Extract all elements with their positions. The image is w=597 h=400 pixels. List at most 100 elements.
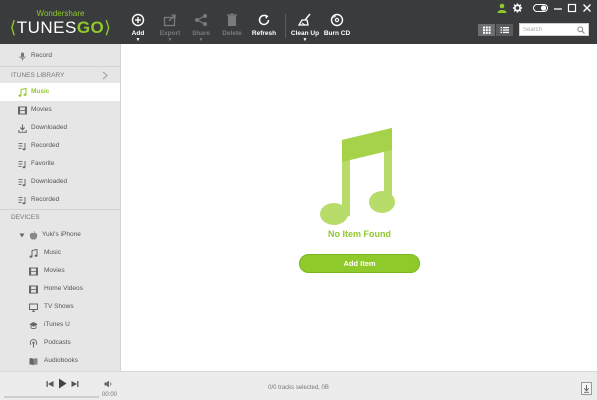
gear-icon[interactable] bbox=[512, 3, 523, 13]
sidebar-item-record[interactable]: Record bbox=[0, 47, 120, 65]
export-to-device-button[interactable] bbox=[581, 382, 592, 395]
itunes-library-section[interactable]: ITUNES LIBRARY bbox=[0, 66, 120, 84]
cleanup-label: Clean Up bbox=[290, 30, 320, 37]
sidebar-item-label: Downloaded bbox=[31, 178, 68, 185]
sidebar-item-label: Record bbox=[31, 52, 52, 59]
list-view-button[interactable] bbox=[496, 24, 513, 36]
devices-header: DEVICES bbox=[11, 214, 40, 221]
toggle-switch-icon[interactable] bbox=[533, 3, 548, 13]
sidebar-item-label: Recorded bbox=[31, 142, 60, 149]
sidebar-item-recorded-playlist[interactable]: Recorded bbox=[0, 191, 120, 209]
add-button[interactable]: Add ▼ bbox=[123, 13, 153, 44]
maximize-icon[interactable] bbox=[567, 3, 577, 13]
device-item-label: iTunes U bbox=[44, 321, 70, 328]
device-item-label: Podcasts bbox=[44, 339, 71, 346]
search-box bbox=[519, 23, 589, 36]
delete-button[interactable]: Delete bbox=[217, 13, 247, 44]
sidebar: Record ITUNES LIBRARY Music Movies Downl… bbox=[0, 44, 121, 371]
itunes-library-header: ITUNES LIBRARY bbox=[11, 72, 65, 79]
search-input[interactable] bbox=[523, 25, 575, 35]
export-label: Export bbox=[159, 30, 181, 37]
refresh-button[interactable]: Refresh bbox=[249, 13, 279, 44]
device-item-itunes-u[interactable]: iTunes U bbox=[0, 316, 120, 334]
burn-cd-button[interactable]: Burn CD bbox=[322, 13, 352, 44]
expand-triangle-icon[interactable] bbox=[19, 233, 25, 238]
sidebar-item-recorded[interactable]: Recorded bbox=[0, 137, 120, 155]
add-label: Add bbox=[131, 30, 145, 37]
toolbar-divider bbox=[285, 14, 286, 38]
device-item-label: TV Shows bbox=[44, 303, 74, 310]
close-icon[interactable] bbox=[582, 3, 592, 13]
add-item-button[interactable]: Add Item bbox=[299, 254, 420, 273]
brand-product-suffix: GO bbox=[76, 18, 105, 37]
grid-view-icon bbox=[483, 26, 491, 34]
top-toolbar: Wondershare ⟨TUNESGO⟩ Add ▼ Export ▼ Sha… bbox=[0, 0, 597, 44]
tv-icon bbox=[29, 303, 38, 312]
app-logo: Wondershare ⟨TUNESGO⟩ bbox=[0, 0, 121, 44]
cleanup-dropdown-caret[interactable]: ▼ bbox=[290, 38, 320, 43]
film-icon bbox=[29, 267, 38, 276]
playlist-icon bbox=[18, 143, 26, 151]
share-icon bbox=[195, 14, 207, 26]
playlist-icon bbox=[18, 179, 26, 187]
download-icon bbox=[18, 124, 27, 133]
download-arrow-icon bbox=[583, 385, 590, 393]
chevron-right-icon bbox=[102, 71, 108, 80]
microphone-icon bbox=[19, 52, 26, 61]
podcast-icon bbox=[29, 339, 38, 348]
selection-status: 0/0 tracks selected, 0B bbox=[268, 385, 329, 391]
sidebar-item-label: Favorite bbox=[31, 160, 55, 167]
grid-view-button[interactable] bbox=[478, 24, 495, 36]
trash-icon bbox=[227, 13, 237, 26]
brand-company: Wondershare bbox=[36, 9, 85, 18]
brand-product: ⟨TUNESGO⟩ bbox=[9, 18, 112, 37]
sidebar-item-label: Recorded bbox=[31, 196, 60, 203]
user-account-icon[interactable] bbox=[497, 3, 507, 13]
device-item-podcasts[interactable]: Podcasts bbox=[0, 334, 120, 352]
refresh-icon bbox=[258, 14, 270, 26]
burn-cd-label: Burn CD bbox=[323, 30, 351, 37]
share-button[interactable]: Share ▼ bbox=[186, 13, 216, 44]
playlist-icon bbox=[18, 197, 26, 205]
sidebar-item-music[interactable]: Music bbox=[0, 83, 120, 101]
sidebar-item-downloaded[interactable]: Downloaded bbox=[0, 119, 120, 137]
plus-circle-icon bbox=[131, 13, 145, 27]
sidebar-item-label: Downloaded bbox=[31, 124, 68, 131]
export-button[interactable]: Export ▼ bbox=[155, 13, 185, 44]
device-yukis-iphone[interactable]: Yuki's iPhone bbox=[0, 226, 120, 244]
music-note-icon bbox=[29, 249, 38, 258]
delete-label: Delete bbox=[222, 30, 242, 37]
sidebar-item-label: Music bbox=[31, 88, 50, 95]
device-name: Yuki's iPhone bbox=[42, 231, 81, 238]
broom-icon bbox=[297, 13, 311, 26]
device-item-movies[interactable]: Movies bbox=[0, 262, 120, 280]
device-item-home-videos[interactable]: Home Videos bbox=[0, 280, 120, 298]
sidebar-divider bbox=[0, 209, 120, 210]
book-icon bbox=[29, 358, 38, 366]
empty-music-note-icon bbox=[320, 128, 395, 225]
film-icon bbox=[18, 106, 27, 115]
playlist-icon bbox=[18, 161, 26, 169]
music-note-icon bbox=[18, 88, 27, 97]
device-item-music[interactable]: Music bbox=[0, 244, 120, 262]
device-item-tv-shows[interactable]: TV Shows bbox=[0, 298, 120, 316]
brand-product-prefix: TUNES bbox=[16, 18, 77, 37]
device-item-label: Movies bbox=[44, 267, 65, 274]
share-dropdown-caret[interactable]: ▼ bbox=[186, 38, 216, 43]
cleanup-button[interactable]: Clean Up ▼ bbox=[290, 13, 320, 44]
refresh-label: Refresh bbox=[251, 30, 277, 37]
film-icon bbox=[29, 285, 38, 294]
add-dropdown-caret[interactable]: ▼ bbox=[123, 38, 153, 43]
sidebar-item-favorite[interactable]: Favorite bbox=[0, 155, 120, 173]
device-item-label: Audiobooks bbox=[44, 357, 78, 364]
empty-state-message: No Item Found bbox=[328, 229, 391, 239]
export-dropdown-caret[interactable]: ▼ bbox=[155, 38, 185, 43]
device-item-audiobooks[interactable]: Audiobooks bbox=[0, 352, 120, 370]
sidebar-item-downloaded-playlist[interactable]: Downloaded bbox=[0, 173, 120, 191]
search-icon[interactable] bbox=[577, 26, 585, 34]
apple-icon bbox=[29, 231, 38, 240]
sidebar-item-movies[interactable]: Movies bbox=[0, 101, 120, 119]
playback-progress-bar[interactable] bbox=[4, 396, 99, 398]
minimize-icon[interactable] bbox=[553, 3, 563, 13]
playback-time: 00:00 bbox=[102, 392, 118, 398]
